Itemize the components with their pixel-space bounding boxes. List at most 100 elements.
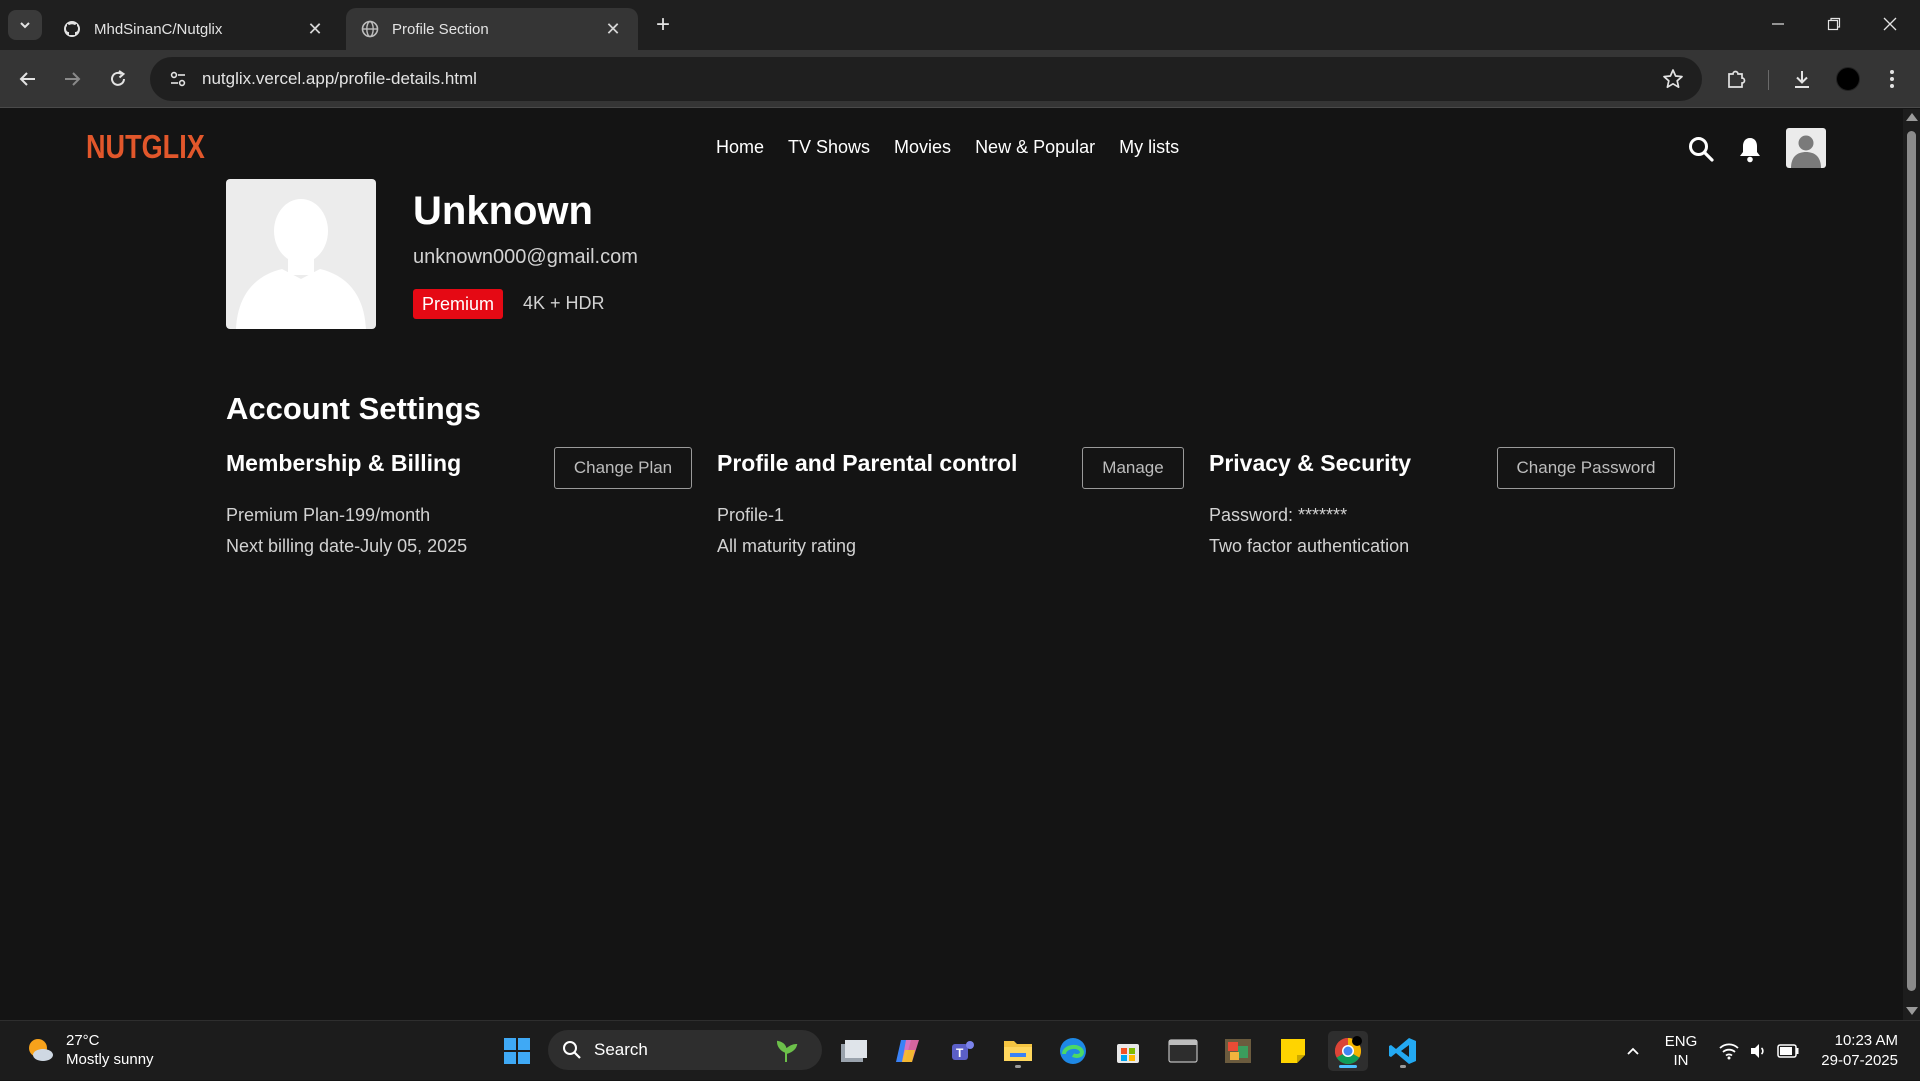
change-plan-button[interactable]: Change Plan (554, 447, 692, 489)
terminal-app[interactable] (1163, 1031, 1203, 1071)
two-factor-line: Two factor authentication (1209, 536, 1410, 556)
language-code: ENG (1664, 1033, 1698, 1050)
chrome-app[interactable] (1328, 1031, 1368, 1071)
photos-app[interactable] (1218, 1031, 1258, 1071)
scroll-thumb[interactable] (1907, 131, 1916, 991)
active-indicator (1339, 1065, 1357, 1068)
site-logo[interactable]: NUTGLIX (86, 128, 205, 166)
extensions-button[interactable] (1720, 63, 1752, 95)
close-icon[interactable]: ✕ (304, 18, 326, 40)
terminal-icon (1168, 1039, 1198, 1063)
nav-movies[interactable]: Movies (894, 137, 951, 158)
profile-name: Unknown (413, 189, 593, 233)
wifi-icon (1719, 1043, 1739, 1060)
forward-button[interactable] (56, 63, 88, 95)
more-vert-icon (1890, 70, 1894, 88)
tab-search-button[interactable] (8, 10, 42, 40)
github-icon (62, 19, 82, 39)
nav-my-lists[interactable]: My lists (1119, 137, 1179, 158)
sticky-notes-app[interactable] (1273, 1031, 1313, 1071)
main-nav: Home TV Shows Movies New & Popular My li… (716, 137, 1179, 158)
account-avatar[interactable] (1786, 128, 1826, 168)
bookmark-star-icon[interactable] (1662, 68, 1684, 95)
browser-toolbar: nutglix.vercel.app/profile-details.html (0, 50, 1920, 108)
copilot-app[interactable] (888, 1031, 928, 1071)
maturity-line: All maturity rating (717, 536, 857, 556)
store-app[interactable] (1108, 1031, 1148, 1071)
search-icon (563, 1041, 581, 1059)
billing-date-line: Next billing date-July 05, 2025 (226, 536, 468, 556)
section-title: Privacy & Security (1209, 450, 1412, 476)
avatar (1836, 67, 1860, 91)
running-indicator (1400, 1065, 1406, 1068)
store-icon (1117, 1044, 1139, 1063)
file-explorer-app[interactable] (998, 1031, 1038, 1071)
download-icon (1795, 71, 1809, 88)
edge-app[interactable] (1053, 1031, 1093, 1071)
back-button[interactable] (12, 63, 44, 95)
new-tab-button[interactable]: + (650, 11, 676, 38)
svg-text:T: T (956, 1046, 964, 1060)
system-tray-status[interactable] (1714, 1021, 1804, 1081)
teams-app[interactable]: T (943, 1031, 983, 1071)
task-view-app[interactable] (834, 1031, 874, 1071)
nav-new-popular[interactable]: New & Popular (975, 137, 1095, 158)
site-info-icon[interactable] (156, 57, 200, 101)
minimize-button[interactable] (1750, 0, 1806, 48)
chrome-icon (1334, 1036, 1362, 1065)
user-silhouette-icon (1791, 135, 1821, 168)
vscode-app[interactable] (1383, 1031, 1423, 1071)
browser-tab-strip: MhdSinanC/Nutglix ✕ Profile Section ✕ + (0, 0, 1920, 50)
toolbar-divider (1768, 70, 1769, 90)
sun-cloud-icon (29, 1039, 53, 1061)
chevron-up-icon (1627, 1047, 1639, 1055)
scroll-up-icon[interactable] (1906, 113, 1918, 121)
vscode-icon (1389, 1038, 1416, 1064)
clock[interactable]: 10:23 AM 29-07-2025 (1810, 1031, 1898, 1071)
search-icon[interactable] (1685, 133, 1717, 165)
teams-icon: T (952, 1041, 974, 1060)
show-hidden-icons-button[interactable] (1618, 1021, 1648, 1081)
account-settings-title: Account Settings (226, 391, 481, 426)
taskbar-search[interactable]: Search (548, 1030, 822, 1070)
page-scrollbar[interactable] (1903, 109, 1920, 1020)
plan-badge: Premium (413, 289, 504, 319)
close-window-button[interactable] (1862, 0, 1918, 48)
quality-label: 4K + HDR (523, 293, 605, 313)
search-label: Search (594, 1040, 648, 1059)
menu-button[interactable] (1876, 63, 1908, 95)
scroll-down-icon[interactable] (1906, 1007, 1918, 1015)
profile-picture (226, 179, 376, 329)
reload-button[interactable] (102, 63, 134, 95)
address-bar[interactable]: nutglix.vercel.app/profile-details.html (150, 57, 1702, 101)
clock-date: 29-07-2025 (1821, 1052, 1898, 1069)
restore-button[interactable] (1806, 0, 1862, 48)
nav-tv-shows[interactable]: TV Shows (788, 137, 870, 158)
taskbar: 27°C Mostly sunny Search T ENG IN 10:23 … (0, 1020, 1920, 1080)
profile-line: Profile-1 (717, 505, 785, 525)
weather-widget[interactable]: 27°C Mostly sunny (24, 1031, 154, 1069)
user-silhouette-icon (236, 199, 366, 329)
change-password-button[interactable]: Change Password (1497, 447, 1675, 489)
tab-title: Profile Section (392, 20, 489, 38)
manage-button[interactable]: Manage (1082, 447, 1184, 489)
tab-title: MhdSinanC/Nutglix (94, 20, 223, 38)
tab-profile-section[interactable]: Profile Section ✕ (346, 8, 638, 50)
language-indicator[interactable]: ENG IN (1656, 1021, 1706, 1081)
start-button[interactable] (497, 1031, 537, 1071)
weather-temp: 27°C (66, 1032, 100, 1049)
close-icon[interactable]: ✕ (602, 18, 624, 40)
chevron-down-icon (20, 22, 30, 29)
globe-icon (360, 19, 380, 39)
photos-icon (1225, 1039, 1251, 1063)
profile-button[interactable] (1832, 63, 1864, 95)
copilot-icon (896, 1040, 919, 1062)
bell-icon[interactable] (1734, 133, 1766, 165)
windows-icon (504, 1038, 530, 1064)
nav-home[interactable]: Home (716, 137, 764, 158)
downloads-button[interactable] (1786, 63, 1818, 95)
page-viewport: NUTGLIX Home TV Shows Movies New & Popul… (0, 109, 1903, 1020)
tab-github[interactable]: MhdSinanC/Nutglix ✕ (48, 8, 340, 50)
section-title: Membership & Billing (226, 450, 462, 476)
sticky-note-icon (1281, 1039, 1305, 1063)
